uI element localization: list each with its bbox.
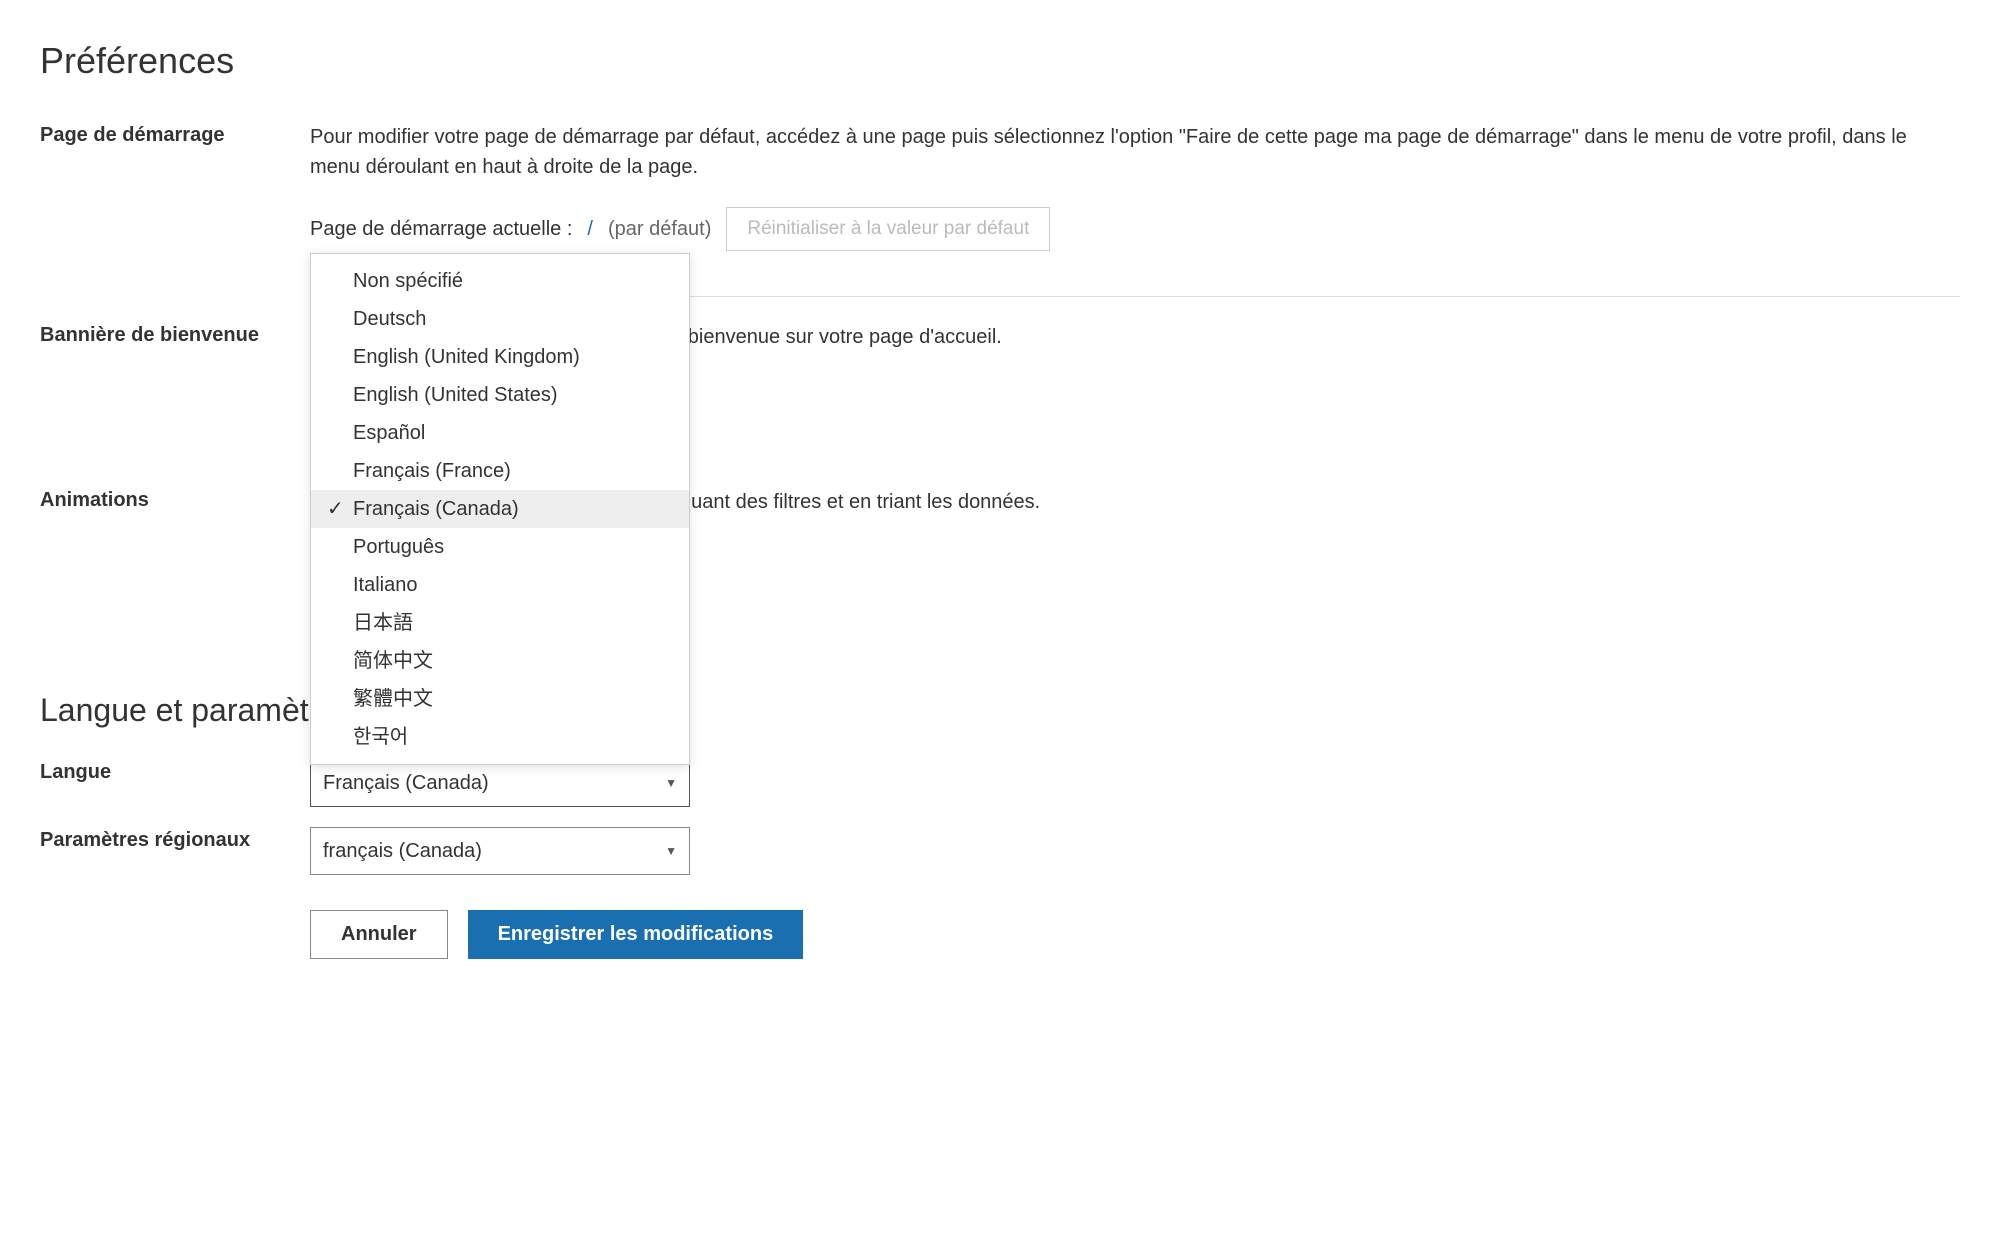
start-page-label: Page de démarrage bbox=[40, 122, 310, 147]
animations-label: Animations bbox=[40, 487, 310, 512]
locale-select[interactable]: français (Canada) ▼ bbox=[310, 827, 690, 875]
language-option[interactable]: Deutsch bbox=[311, 300, 689, 338]
language-label: Langue bbox=[40, 759, 310, 784]
start-page-current-prefix: Page de démarrage actuelle : bbox=[310, 214, 572, 244]
language-select-value: Français (Canada) bbox=[323, 768, 489, 798]
language-option[interactable]: 繁體中文 bbox=[311, 680, 689, 718]
reset-start-page-button: Réinitialiser à la valeur par défaut bbox=[726, 207, 1050, 251]
caret-down-icon: ▼ bbox=[665, 774, 677, 792]
language-option[interactable]: Français (France) bbox=[311, 452, 689, 490]
cancel-button[interactable]: Annuler bbox=[310, 910, 448, 959]
locale-select-value: français (Canada) bbox=[323, 836, 482, 866]
language-option[interactable]: 简体中文 bbox=[311, 642, 689, 680]
language-option[interactable]: Non spécifié bbox=[311, 262, 689, 300]
language-dropdown-menu: Non spécifiéDeutschEnglish (United Kingd… bbox=[310, 253, 690, 765]
start-page-description: Pour modifier votre page de démarrage pa… bbox=[310, 122, 1960, 182]
language-option[interactable]: Português bbox=[311, 528, 689, 566]
save-button[interactable]: Enregistrer les modifications bbox=[468, 910, 804, 959]
caret-down-icon: ▼ bbox=[665, 842, 677, 860]
page-title: Préférences bbox=[40, 40, 1960, 82]
welcome-banner-label: Bannière de bienvenue bbox=[40, 322, 310, 347]
language-select[interactable]: Français (Canada) ▼ bbox=[310, 759, 690, 807]
start-page-current-path[interactable]: / bbox=[587, 214, 593, 244]
language-option[interactable]: Italiano bbox=[311, 566, 689, 604]
welcome-banner-text: de bienvenue sur votre page d'accueil. bbox=[660, 322, 1002, 352]
language-option[interactable]: English (United Kingdom) bbox=[311, 338, 689, 376]
start-page-current-suffix: (par défaut) bbox=[608, 214, 711, 244]
language-option[interactable]: English (United States) bbox=[311, 376, 689, 414]
locale-label: Paramètres régionaux bbox=[40, 827, 310, 852]
language-option[interactable]: Español bbox=[311, 414, 689, 452]
language-option[interactable]: 한국어 bbox=[311, 718, 689, 756]
language-option[interactable]: 日本語 bbox=[311, 604, 689, 642]
language-option[interactable]: Français (Canada) bbox=[311, 490, 689, 528]
animations-text: pliquant des filtres et en triant les do… bbox=[660, 487, 1040, 517]
